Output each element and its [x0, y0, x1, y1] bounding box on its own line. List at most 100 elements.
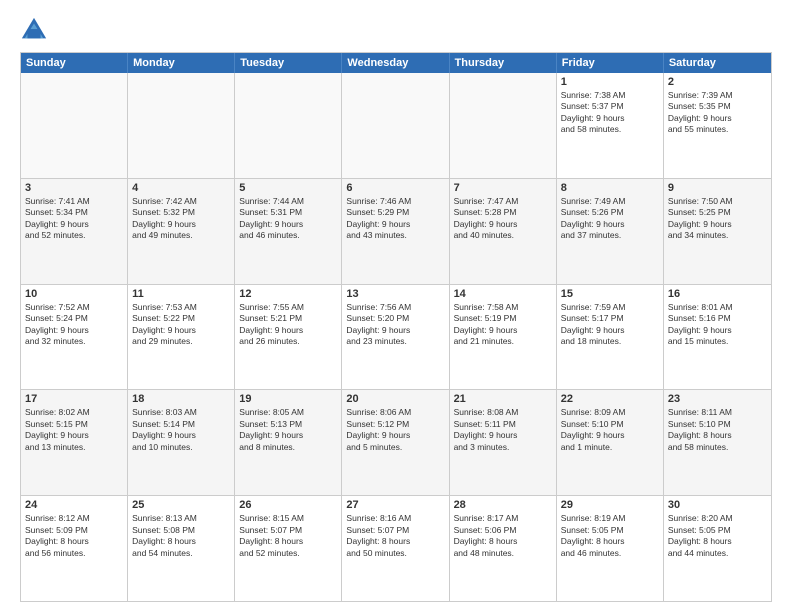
header-day-sunday: Sunday [21, 53, 128, 73]
day-number: 25 [132, 499, 230, 511]
day-info: Sunrise: 8:02 AM Sunset: 5:15 PM Dayligh… [25, 407, 123, 453]
day-info: Sunrise: 7:56 AM Sunset: 5:20 PM Dayligh… [346, 302, 444, 348]
calendar-cell: 23 Sunrise: 8:11 AM Sunset: 5:10 PM Dayli… [664, 390, 771, 495]
day-info: Sunrise: 7:41 AM Sunset: 5:34 PM Dayligh… [25, 196, 123, 242]
day-info: Sunrise: 8:20 AM Sunset: 5:05 PM Dayligh… [668, 513, 767, 559]
header-day-friday: Friday [557, 53, 664, 73]
day-number: 19 [239, 393, 337, 405]
day-number: 15 [561, 288, 659, 300]
calendar-cell: 13Sunrise: 7:56 AM Sunset: 5:20 PM Dayli… [342, 285, 449, 390]
day-number: 3 [25, 182, 123, 194]
day-number: 17 [25, 393, 123, 405]
calendar-cell: 4 Sunrise: 7:42 AM Sunset: 5:32 PM Daylig… [128, 179, 235, 284]
day-number: 2 [668, 76, 767, 88]
day-info: Sunrise: 7:44 AM Sunset: 5:31 PM Dayligh… [239, 196, 337, 242]
day-info: Sunrise: 8:05 AM Sunset: 5:13 PM Dayligh… [239, 407, 337, 453]
day-number: 11 [132, 288, 230, 300]
calendar-cell: 17 Sunrise: 8:02 AM Sunset: 5:15 PM Dayli… [21, 390, 128, 495]
calendar-cell: 24 Sunrise: 8:12 AM Sunset: 5:09 PM Dayli… [21, 496, 128, 601]
calendar-cell [128, 73, 235, 178]
day-number: 4 [132, 182, 230, 194]
page: SundayMondayTuesdayWednesdayThursdayFrid… [0, 0, 792, 612]
day-info: Sunrise: 8:13 AM Sunset: 5:08 PM Dayligh… [132, 513, 230, 559]
calendar-cell: 7 Sunrise: 7:47 AM Sunset: 5:28 PM Daylig… [450, 179, 557, 284]
day-number: 24 [25, 499, 123, 511]
calendar-cell: 19 Sunrise: 8:05 AM Sunset: 5:13 PM Dayli… [235, 390, 342, 495]
calendar-cell: 9 Sunrise: 7:50 AM Sunset: 5:25 PM Daylig… [664, 179, 771, 284]
calendar-row-2: 3 Sunrise: 7:41 AM Sunset: 5:34 PM Daylig… [21, 178, 771, 284]
day-info: Sunrise: 8:01 AM Sunset: 5:16 PM Dayligh… [668, 302, 767, 348]
day-number: 7 [454, 182, 552, 194]
day-info: Sunrise: 8:11 AM Sunset: 5:10 PM Dayligh… [668, 407, 767, 453]
calendar-cell: 14Sunrise: 7:58 AM Sunset: 5:19 PM Dayli… [450, 285, 557, 390]
calendar-cell: 26 Sunrise: 8:15 AM Sunset: 5:07 PM Dayli… [235, 496, 342, 601]
logo [20, 16, 50, 44]
calendar-cell: 12 Sunrise: 7:55 AM Sunset: 5:21 PM Dayli… [235, 285, 342, 390]
calendar-cell: 10 Sunrise: 7:52 AM Sunset: 5:24 PM Dayli… [21, 285, 128, 390]
day-number: 12 [239, 288, 337, 300]
day-info: Sunrise: 7:46 AM Sunset: 5:29 PM Dayligh… [346, 196, 444, 242]
day-info: Sunrise: 7:59 AM Sunset: 5:17 PM Dayligh… [561, 302, 659, 348]
day-info: Sunrise: 8:06 AM Sunset: 5:12 PM Dayligh… [346, 407, 444, 453]
calendar-row-5: 24 Sunrise: 8:12 AM Sunset: 5:09 PM Dayli… [21, 495, 771, 601]
calendar-cell: 8Sunrise: 7:49 AM Sunset: 5:26 PM Daylig… [557, 179, 664, 284]
calendar-cell: 21 Sunrise: 8:08 AM Sunset: 5:11 PM Dayli… [450, 390, 557, 495]
calendar-cell [450, 73, 557, 178]
day-number: 10 [25, 288, 123, 300]
header-day-saturday: Saturday [664, 53, 771, 73]
calendar-cell: 5 Sunrise: 7:44 AM Sunset: 5:31 PM Daylig… [235, 179, 342, 284]
calendar: SundayMondayTuesdayWednesdayThursdayFrid… [20, 52, 772, 602]
day-number: 22 [561, 393, 659, 405]
day-info: Sunrise: 8:17 AM Sunset: 5:06 PM Dayligh… [454, 513, 552, 559]
calendar-cell: 27 Sunrise: 8:16 AM Sunset: 5:07 PM Dayli… [342, 496, 449, 601]
day-info: Sunrise: 8:08 AM Sunset: 5:11 PM Dayligh… [454, 407, 552, 453]
calendar-header: SundayMondayTuesdayWednesdayThursdayFrid… [21, 53, 771, 73]
day-number: 1 [561, 76, 659, 88]
calendar-cell: 11 Sunrise: 7:53 AM Sunset: 5:22 PM Dayli… [128, 285, 235, 390]
calendar-cell: 25 Sunrise: 8:13 AM Sunset: 5:08 PM Dayli… [128, 496, 235, 601]
calendar-cell: 29Sunrise: 8:19 AM Sunset: 5:05 PM Dayli… [557, 496, 664, 601]
day-info: Sunrise: 7:58 AM Sunset: 5:19 PM Dayligh… [454, 302, 552, 348]
day-number: 27 [346, 499, 444, 511]
day-info: Sunrise: 7:38 AM Sunset: 5:37 PM Dayligh… [561, 90, 659, 136]
day-number: 9 [668, 182, 767, 194]
calendar-row-3: 10 Sunrise: 7:52 AM Sunset: 5:24 PM Dayli… [21, 284, 771, 390]
day-info: Sunrise: 7:47 AM Sunset: 5:28 PM Dayligh… [454, 196, 552, 242]
day-info: Sunrise: 8:03 AM Sunset: 5:14 PM Dayligh… [132, 407, 230, 453]
calendar-cell [342, 73, 449, 178]
header-day-monday: Monday [128, 53, 235, 73]
day-number: 16 [668, 288, 767, 300]
day-number: 21 [454, 393, 552, 405]
day-info: Sunrise: 7:42 AM Sunset: 5:32 PM Dayligh… [132, 196, 230, 242]
calendar-body: 1 Sunrise: 7:38 AM Sunset: 5:37 PM Daylig… [21, 73, 771, 601]
day-number: 18 [132, 393, 230, 405]
calendar-cell: 16 Sunrise: 8:01 AM Sunset: 5:16 PM Dayli… [664, 285, 771, 390]
day-number: 28 [454, 499, 552, 511]
day-info: Sunrise: 8:12 AM Sunset: 5:09 PM Dayligh… [25, 513, 123, 559]
day-number: 20 [346, 393, 444, 405]
day-number: 5 [239, 182, 337, 194]
calendar-row-4: 17 Sunrise: 8:02 AM Sunset: 5:15 PM Dayli… [21, 389, 771, 495]
day-number: 6 [346, 182, 444, 194]
day-info: Sunrise: 8:15 AM Sunset: 5:07 PM Dayligh… [239, 513, 337, 559]
calendar-cell: 15 Sunrise: 7:59 AM Sunset: 5:17 PM Dayli… [557, 285, 664, 390]
calendar-cell: 2Sunrise: 7:39 AM Sunset: 5:35 PM Daylig… [664, 73, 771, 178]
day-number: 26 [239, 499, 337, 511]
day-info: Sunrise: 8:16 AM Sunset: 5:07 PM Dayligh… [346, 513, 444, 559]
day-info: Sunrise: 7:53 AM Sunset: 5:22 PM Dayligh… [132, 302, 230, 348]
day-info: Sunrise: 7:52 AM Sunset: 5:24 PM Dayligh… [25, 302, 123, 348]
calendar-cell: 6 Sunrise: 7:46 AM Sunset: 5:29 PM Daylig… [342, 179, 449, 284]
day-number: 29 [561, 499, 659, 511]
logo-icon [20, 16, 48, 44]
day-number: 23 [668, 393, 767, 405]
day-info: Sunrise: 7:55 AM Sunset: 5:21 PM Dayligh… [239, 302, 337, 348]
calendar-cell: 18 Sunrise: 8:03 AM Sunset: 5:14 PM Dayli… [128, 390, 235, 495]
calendar-cell: 3 Sunrise: 7:41 AM Sunset: 5:34 PM Daylig… [21, 179, 128, 284]
day-number: 30 [668, 499, 767, 511]
day-info: Sunrise: 7:50 AM Sunset: 5:25 PM Dayligh… [668, 196, 767, 242]
header [20, 16, 772, 44]
day-info: Sunrise: 7:49 AM Sunset: 5:26 PM Dayligh… [561, 196, 659, 242]
calendar-cell: 30 Sunrise: 8:20 AM Sunset: 5:05 PM Dayli… [664, 496, 771, 601]
header-day-thursday: Thursday [450, 53, 557, 73]
calendar-cell [21, 73, 128, 178]
